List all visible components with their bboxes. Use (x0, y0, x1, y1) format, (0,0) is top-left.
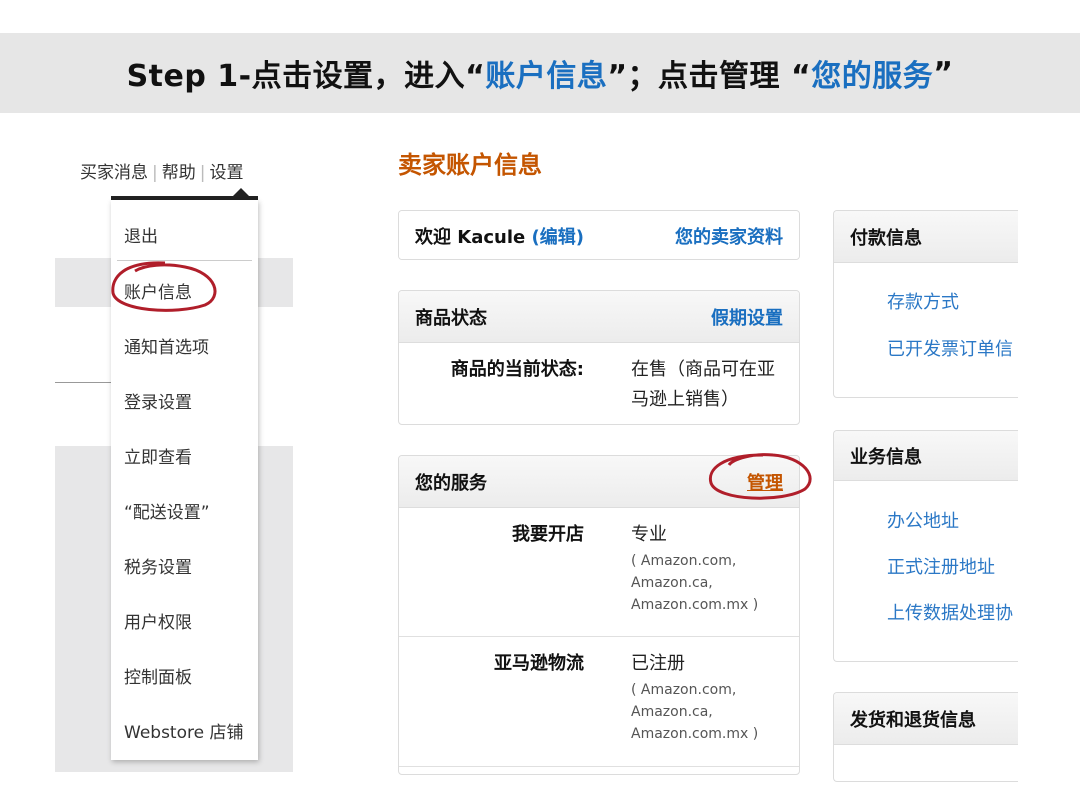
upload-data-processing-link[interactable]: 上传数据处理协 (887, 599, 1013, 625)
service-label: 亚马逊物流 (494, 649, 584, 679)
your-services-box: 您的服务 管理 我要开店 专业( Amazon.com, Amazon.ca, … (398, 455, 800, 775)
shipping-returns-box: 发货和退货信息 (833, 692, 1018, 782)
seller-profile-link[interactable]: 您的卖家资料 (675, 223, 783, 249)
instruction-banner: Step 1-点击设置，进入“账户信息”；点击管理 “您的服务” (0, 33, 1080, 113)
banner-highlight-account: 账户信息 (485, 51, 607, 95)
menu-item-webstore[interactable]: Webstore 店铺 (124, 718, 243, 743)
business-info-box: 业务信息 办公地址 正式注册地址 上传数据处理协 (833, 430, 1018, 662)
menu-item-view-now[interactable]: 立即查看 (124, 443, 192, 468)
service-sites: ( Amazon.com, Amazon.ca, Amazon.com.mx ) (631, 550, 781, 616)
banner-text: ”；点击管理 “ (607, 51, 811, 95)
menu-divider (117, 260, 252, 261)
page-title: 卖家账户信息 (398, 145, 542, 180)
menu-item-logout[interactable]: 退出 (124, 222, 158, 247)
services-title: 您的服务 (415, 469, 487, 495)
menu-item-notification-preferences[interactable]: 通知首选项 (124, 333, 209, 358)
service-row (399, 766, 799, 775)
service-row: 亚马逊物流 已注册( Amazon.com, Amazon.ca, Amazon… (399, 636, 799, 766)
edit-link[interactable]: (编辑) (532, 227, 584, 248)
shipping-title: 发货和退货信息 (850, 706, 976, 732)
nav-separator: | (152, 163, 158, 183)
listing-status-value: 在售（商品可在亚马逊上销售） (631, 355, 791, 415)
registered-address-link[interactable]: 正式注册地址 (887, 553, 995, 579)
nav-buyer-messages[interactable]: 买家消息 (80, 163, 148, 183)
payment-title: 付款信息 (850, 224, 922, 250)
payment-info-box: 付款信息 存款方式 已开发票订单信 (833, 210, 1018, 398)
office-address-link[interactable]: 办公地址 (887, 507, 959, 533)
vacation-settings-link[interactable]: 假期设置 (711, 304, 783, 330)
deposit-method-link[interactable]: 存款方式 (887, 288, 959, 314)
service-sites: ( Amazon.com, Amazon.ca, Amazon.com.mx ) (631, 679, 781, 745)
invoiced-order-link[interactable]: 已开发票订单信 (887, 335, 1013, 361)
welcome-box: 欢迎 Kacule (编辑) 您的卖家资料 (398, 210, 800, 260)
settings-dropdown-menu: 退出 账户信息 通知首选项 登录设置 立即查看 “配送设置” 税务设置 用户权限… (111, 200, 258, 760)
banner-highlight-services: 您的服务 (811, 51, 933, 95)
menu-item-login-settings[interactable]: 登录设置 (124, 388, 192, 413)
listing-status-title: 商品状态 (415, 304, 487, 330)
menu-item-account-info[interactable]: 账户信息 (124, 278, 192, 303)
banner-text: Step 1-点击设置，进入“ (127, 51, 486, 95)
nav-separator: | (200, 163, 206, 183)
menu-item-tax-settings[interactable]: 税务设置 (124, 553, 192, 578)
nav-settings[interactable]: 设置 (209, 163, 243, 183)
welcome-text: 欢迎 Kacule (415, 227, 525, 248)
menu-item-user-permissions[interactable]: 用户权限 (124, 608, 192, 633)
menu-item-control-panel[interactable]: 控制面板 (124, 663, 192, 688)
service-label: 我要开店 (512, 520, 584, 550)
nav-help[interactable]: 帮助 (162, 163, 196, 183)
service-value: 已注册 (631, 649, 781, 679)
listing-status-label: 商品的当前状态: (444, 355, 584, 385)
service-value: 专业 (631, 520, 781, 550)
service-row: 我要开店 专业( Amazon.com, Amazon.ca, Amazon.c… (399, 508, 799, 636)
top-nav: 买家消息|帮助|设置 (80, 158, 243, 183)
banner-text: ” (933, 56, 953, 91)
business-title: 业务信息 (850, 443, 922, 469)
manage-link[interactable]: 管理 (747, 469, 783, 495)
divider (55, 382, 115, 383)
listing-status-box: 商品状态 假期设置 商品的当前状态: 在售（商品可在亚马逊上销售） (398, 290, 800, 425)
menu-caret-icon (232, 188, 250, 197)
menu-item-shipping-settings[interactable]: “配送设置” (124, 498, 210, 523)
